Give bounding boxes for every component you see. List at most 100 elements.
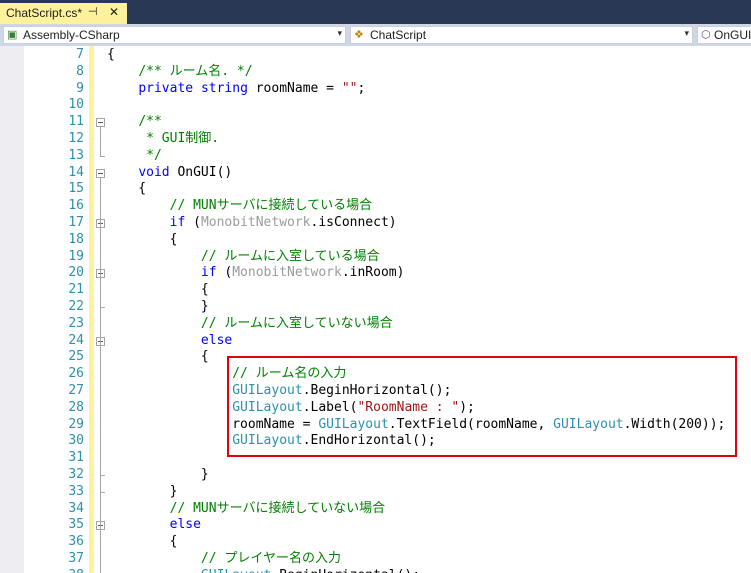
code-line[interactable]: // プレイヤー名の入力 — [107, 551, 341, 568]
code-token: /** ルーム名. */ — [138, 63, 253, 79]
close-icon[interactable]: ✕ — [109, 5, 119, 19]
code-line[interactable]: // MUNサーバに接続していない場合 — [107, 501, 385, 518]
collapse-toggle-icon[interactable] — [96, 118, 105, 128]
code-token: { — [107, 231, 178, 247]
navigation-bar: ▣ Assembly-CSharp ▾ ❖ ChatScript ▾ ⬡ OnG… — [0, 24, 751, 46]
code-token: // ルームに入室していない場合 — [200, 315, 393, 331]
code-line[interactable]: else — [107, 333, 232, 350]
code-token: roomName = — [247, 80, 342, 96]
chevron-down-icon: ▾ — [337, 28, 342, 38]
class-dropdown-label: ChatScript — [370, 28, 427, 42]
code-token: * GUI制御. — [146, 131, 220, 146]
code-token: else — [169, 517, 201, 533]
class-dropdown[interactable]: ❖ ChatScript ▾ — [350, 26, 693, 44]
code-token: "" — [341, 80, 358, 96]
code-token: // MUNサーバに接続している場合 — [169, 198, 373, 214]
tab-title: ChatScript.cs* — [6, 6, 83, 20]
code-token: OnGUI() — [169, 164, 233, 180]
fold-line — [100, 530, 101, 573]
code-line[interactable]: /** ルーム名. */ — [107, 63, 253, 81]
project-dropdown-label: Assembly-CSharp — [23, 28, 120, 42]
code-token: } — [107, 483, 178, 499]
code-line[interactable]: } — [107, 467, 209, 484]
member-dropdown[interactable]: ⬡ OnGUI — [697, 26, 751, 44]
code-line[interactable]: if (MonobitNetwork.inRoom) — [107, 265, 405, 282]
code-token: .BeginHorizontal(); — [271, 568, 420, 573]
code-token: ; — [357, 80, 366, 96]
code-token: private — [138, 80, 194, 96]
code-line[interactable]: // ルームに入室している場合 — [107, 249, 380, 266]
code-token: GUILayout — [201, 568, 271, 573]
code-line[interactable]: // MUNサーバに接続している場合 — [107, 198, 372, 215]
project-dropdown[interactable]: ▣ Assembly-CSharp ▾ — [3, 26, 346, 44]
class-icon: ❖ — [354, 29, 364, 41]
code-line[interactable]: GUILayout.BeginHorizontal(); — [107, 568, 420, 573]
fold-end — [100, 491, 105, 493]
code-editor[interactable]: 7 8 9 10 11 12 13 14 15 16 17 18 19 20 21 22 23 24 25 26 27 2… — [0, 46, 751, 573]
code-token: /** — [138, 114, 162, 130]
code-token: .isConnect) — [310, 215, 397, 230]
code-area[interactable]: { /** ルーム名. */ private string roomName =… — [0, 46, 751, 573]
document-tab-chatscript[interactable]: ChatScript.cs* ⊣ ✕ — [0, 3, 127, 24]
code-line[interactable]: { — [107, 47, 115, 64]
code-line[interactable]: } — [107, 483, 178, 501]
code-line[interactable]: void OnGUI() — [107, 165, 232, 182]
code-token: if — [169, 215, 186, 230]
code-line[interactable]: { — [107, 181, 146, 198]
method-icon: ⬡ — [701, 29, 711, 41]
code-line[interactable]: { — [107, 534, 178, 551]
code-token: */ — [146, 147, 162, 163]
highlight-box — [227, 356, 737, 457]
code-line[interactable]: */ — [107, 148, 162, 165]
code-token: } — [107, 299, 209, 314]
chevron-down-icon: ▾ — [684, 28, 689, 38]
project-icon: ▣ — [7, 29, 18, 41]
code-token: else — [200, 332, 233, 348]
code-line[interactable]: { — [107, 231, 178, 249]
code-line[interactable]: if (MonobitNetwork.isConnect) — [107, 215, 397, 232]
code-line[interactable]: /** — [107, 114, 162, 131]
code-line[interactable]: { — [107, 349, 209, 366]
code-token: MonobitNetwork — [232, 265, 342, 281]
code-line[interactable]: * GUI制御. — [107, 131, 219, 148]
fold-end — [100, 155, 105, 157]
fold-line — [100, 345, 101, 475]
code-token: ( — [216, 265, 233, 281]
code-token: { — [107, 282, 209, 298]
code-line[interactable]: } — [107, 299, 209, 316]
fold-end — [100, 475, 105, 476]
code-token: string — [200, 80, 248, 96]
code-line[interactable]: private string roomName = ""; — [107, 81, 365, 98]
code-token: // MUNサーバに接続していない場合 — [169, 500, 386, 516]
code-token: { — [107, 349, 209, 365]
fold-line — [100, 278, 101, 307]
code-line[interactable]: // ルームに入室していない場合 — [107, 316, 393, 333]
fold-end — [100, 307, 105, 308]
collapse-toggle-icon[interactable] — [96, 168, 105, 178]
code-token: { — [107, 181, 147, 197]
code-token: if — [200, 265, 217, 281]
code-token: // ルームに入室している場合 — [200, 248, 380, 264]
code-line[interactable]: else — [107, 517, 201, 534]
code-token: void — [138, 164, 170, 180]
code-line[interactable]: { — [107, 282, 209, 299]
pin-icon[interactable]: ⊣ — [88, 5, 98, 18]
